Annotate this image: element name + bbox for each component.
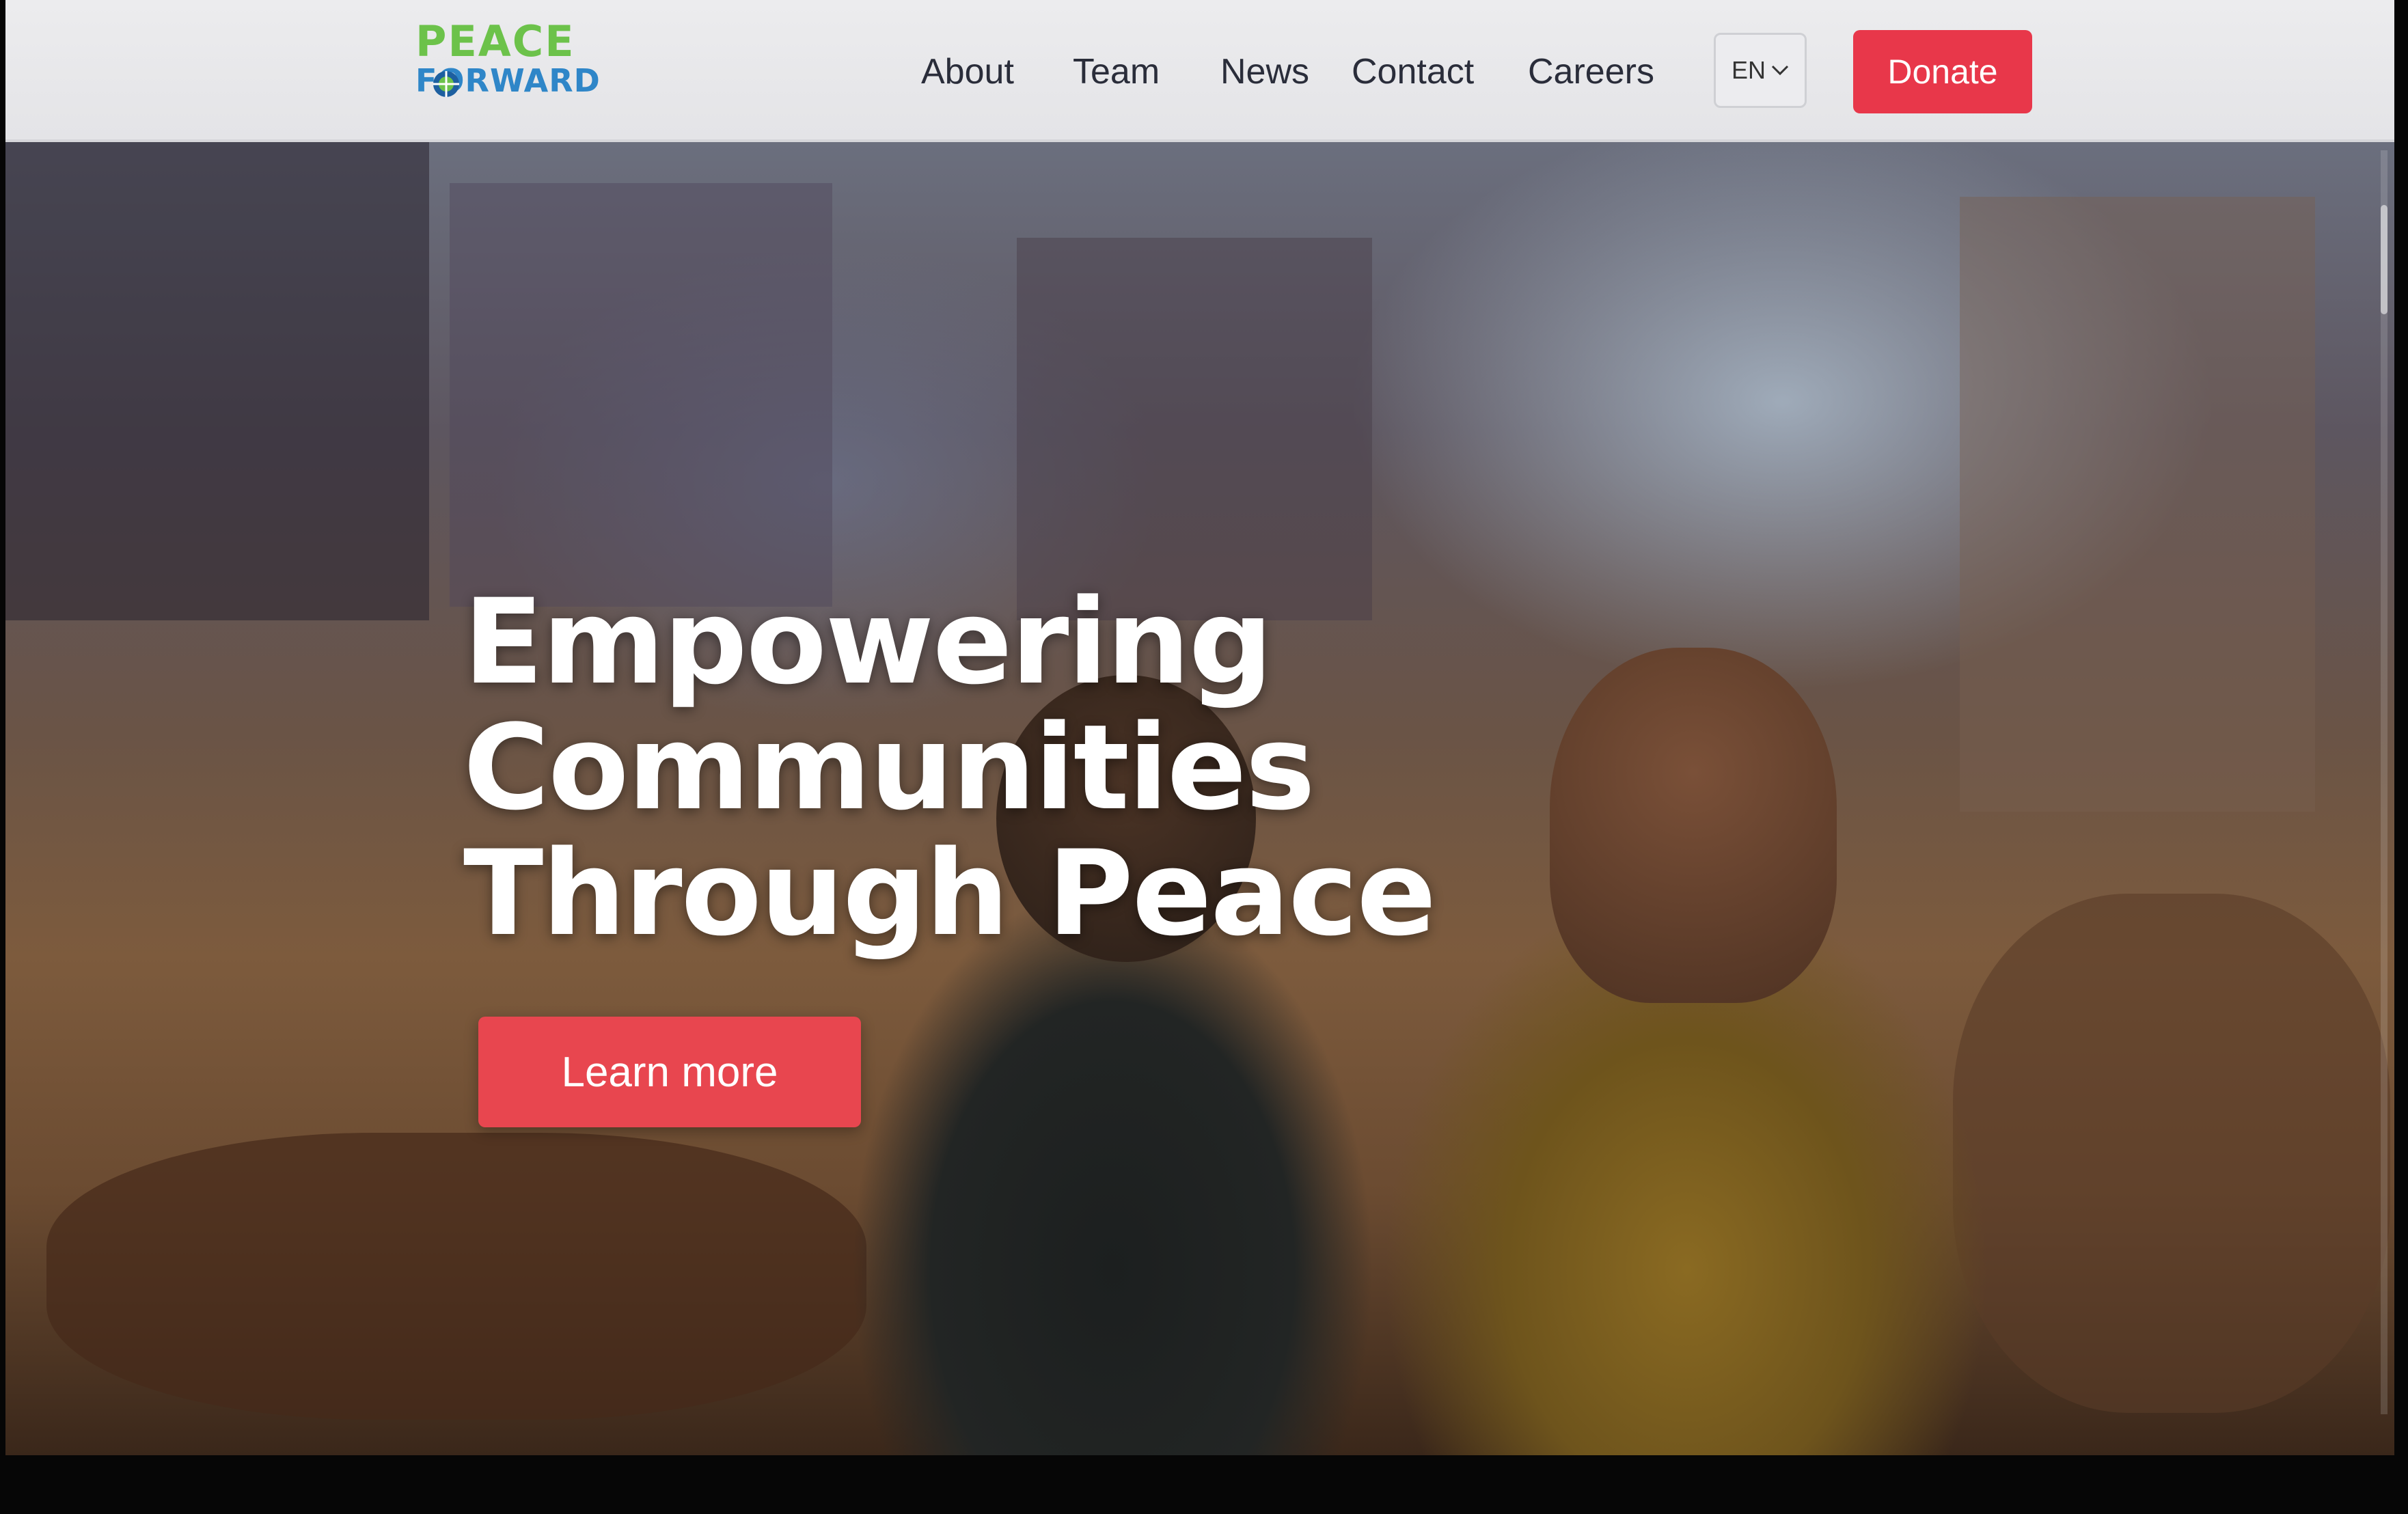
globe-icon — [433, 71, 459, 97]
hero-title-line-2: Communities — [463, 699, 1315, 836]
scrollbar-thumb[interactable] — [2381, 205, 2388, 314]
nav-team[interactable]: Team — [1073, 34, 1160, 109]
scrollbar-track[interactable] — [2381, 150, 2388, 1414]
background-building — [1960, 197, 2315, 812]
rubble-pile — [1953, 894, 2390, 1413]
monitor-screen: PEACE FORWARD About Team News Contact Ca… — [5, 0, 2394, 1455]
logo[interactable]: PEACE FORWARD — [415, 16, 600, 97]
rubble-pile — [46, 1133, 866, 1420]
hero-section: Empowering Communities Through Peace Lea… — [5, 142, 2394, 1455]
hero-title: Empowering Communities Through Peace — [463, 573, 1436, 962]
nav-about[interactable]: About — [921, 34, 1014, 109]
language-selected: EN — [1731, 56, 1766, 84]
person-headscarf — [1550, 648, 1837, 1003]
top-navbar: PEACE FORWARD About Team News Contact Ca… — [5, 0, 2394, 142]
chevron-down-icon — [1771, 65, 1789, 76]
nav-news[interactable]: News — [1220, 34, 1309, 109]
logo-line-1: PEACE — [415, 16, 575, 66]
hero-title-line-1: Empowering — [463, 573, 1273, 711]
nav-contact[interactable]: Contact — [1352, 34, 1474, 109]
hero-title-line-3: Through Peace — [463, 825, 1436, 962]
language-select[interactable]: EN — [1714, 33, 1807, 108]
nav-careers[interactable]: Careers — [1528, 34, 1654, 109]
background-building — [5, 142, 429, 620]
background-building — [450, 183, 832, 607]
donate-button[interactable]: Donate — [1853, 30, 2032, 113]
learn-more-button[interactable]: Learn more — [478, 1017, 861, 1127]
background-building — [1017, 238, 1372, 620]
